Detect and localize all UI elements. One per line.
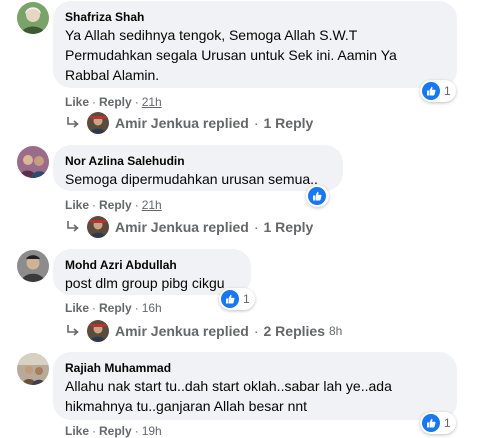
avatar[interactable] — [17, 250, 49, 282]
reaction-badge[interactable] — [306, 185, 329, 207]
comment-text: Semoga dipermudahkan urusan semua.. — [65, 171, 318, 187]
like-button[interactable]: Like — [65, 301, 89, 315]
reply-button[interactable]: Reply — [99, 424, 132, 438]
comment-author[interactable]: Shafriza Shah — [65, 9, 445, 25]
replier-name: Amir Jenkua replied — [115, 219, 249, 235]
reply-arrow-icon — [67, 325, 79, 336]
replier-avatar — [87, 112, 109, 134]
replier-name: Amir Jenkua replied — [115, 115, 249, 131]
comment-text: Allahu nak start tu..dah start oklah..sa… — [65, 378, 392, 414]
like-icon — [221, 290, 239, 308]
separator-dot: · — [253, 323, 259, 339]
view-replies-link[interactable]: Amir Jenkua replied · 1 Reply — [65, 216, 313, 238]
separator-dot: · — [253, 115, 259, 131]
comment-actions: Like · Reply · 19h — [65, 424, 162, 438]
reply-arrow-icon — [67, 221, 79, 232]
comment-timestamp[interactable]: 16h — [142, 301, 162, 315]
like-icon — [422, 82, 440, 100]
comment-text: Ya Allah sedihnya tengok, Semoga Allah S… — [65, 27, 397, 83]
comment-author[interactable]: Mohd Azri Abdullah — [65, 257, 239, 273]
reply-arrow-icon — [67, 117, 79, 128]
like-icon — [308, 187, 326, 205]
comment-actions: Like · Reply · 21h — [65, 95, 162, 109]
comment-author[interactable]: Nor Azlina Salehudin — [65, 153, 331, 169]
reaction-count: 1 — [243, 292, 250, 306]
view-replies-link[interactable]: Amir Jenkua replied · 1 Reply — [65, 112, 313, 134]
comment-text: post dlm group pibg cikgu — [65, 275, 225, 291]
reaction-badge[interactable]: 1 — [219, 288, 255, 310]
reply-timestamp: 8h — [328, 324, 343, 338]
comment-timestamp[interactable]: 19h — [142, 424, 162, 438]
comment-actions: Like · Reply · 21h — [65, 198, 162, 212]
reply-button[interactable]: Reply — [99, 198, 132, 212]
comment-actions: Like · Reply · 16h — [65, 301, 162, 315]
reaction-count: 1 — [444, 416, 451, 430]
reply-count: 1 Reply — [263, 219, 314, 235]
view-replies-link[interactable]: Amir Jenkua replied · 2 Replies 8h — [65, 320, 342, 342]
like-button[interactable]: Like — [65, 198, 89, 212]
replier-avatar — [87, 216, 109, 238]
reaction-badge[interactable]: 1 — [420, 412, 456, 434]
reply-button[interactable]: Reply — [99, 95, 132, 109]
replier-name: Amir Jenkua replied — [115, 323, 249, 339]
avatar[interactable] — [17, 353, 49, 385]
reply-count: 1 Reply — [263, 115, 314, 131]
comment-bubble: Rajiah Muhammad Allahu nak start tu..dah… — [53, 352, 457, 420]
comment-bubble: Nor Azlina Salehudin Semoga dipermudahka… — [53, 145, 343, 191]
comment-timestamp[interactable]: 21h — [142, 95, 162, 109]
like-button[interactable]: Like — [65, 424, 89, 438]
like-icon — [422, 414, 440, 432]
comment-timestamp[interactable]: 21h — [142, 198, 162, 212]
avatar[interactable] — [17, 2, 49, 34]
avatar[interactable] — [17, 146, 49, 178]
like-button[interactable]: Like — [65, 95, 89, 109]
replier-avatar — [87, 320, 109, 342]
reaction-count: 1 — [444, 84, 451, 98]
reply-button[interactable]: Reply — [99, 301, 132, 315]
reply-count: 2 Replies — [263, 323, 325, 339]
reaction-badge[interactable]: 1 — [420, 80, 456, 102]
separator-dot: · — [253, 219, 259, 235]
comment-author[interactable]: Rajiah Muhammad — [65, 360, 445, 376]
comment-bubble: Shafriza Shah Ya Allah sedihnya tengok, … — [53, 1, 457, 88]
comment-bubble: Mohd Azri Abdullah post dlm group pibg c… — [53, 249, 251, 295]
